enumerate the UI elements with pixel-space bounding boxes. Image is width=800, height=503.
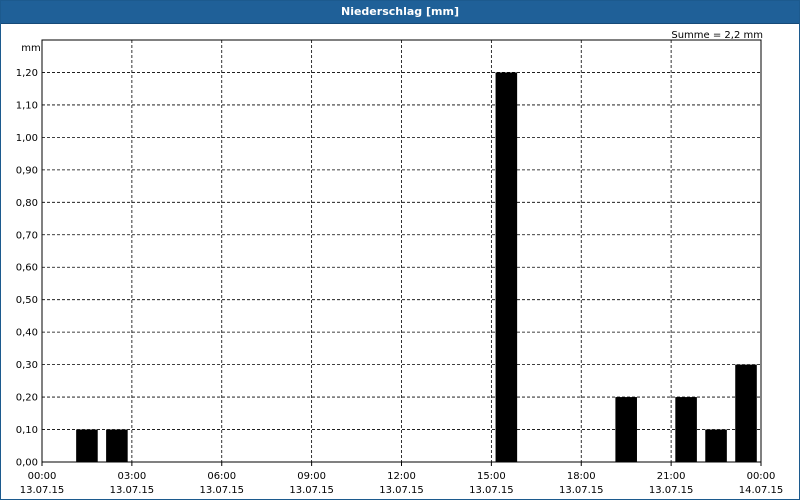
y-tick-label: 1,10 [16, 100, 38, 111]
y-tick-label: 0,80 [16, 198, 38, 209]
x-tick-time: 06:00 [207, 471, 236, 482]
precipitation-chart: Summe = 2,2 mm mm 0,000,100,200,300,400,… [16, 30, 784, 496]
chart-window: Niederschlag [mm] Summe = 2,2 mm mm 0,00… [0, 0, 800, 500]
precipitation-bar [675, 397, 697, 462]
x-tick-time: 03:00 [117, 471, 146, 482]
y-tick-label: 0,10 [16, 425, 38, 436]
y-tick-label: 0,00 [16, 458, 38, 469]
x-tick-date: 13.07.15 [559, 485, 604, 496]
y-tick-label: 1,00 [16, 133, 38, 144]
x-tick-date: 13.07.15 [289, 485, 334, 496]
x-tick-date: 13.07.15 [469, 485, 514, 496]
precipitation-bar [76, 429, 98, 462]
x-tick-time: 21:00 [657, 471, 686, 482]
y-tick-label: 0,20 [16, 393, 38, 404]
grid [41, 40, 762, 466]
x-tick-date: 13.07.15 [199, 485, 244, 496]
x-tick-time: 18:00 [567, 471, 596, 482]
x-tick-time: 00:00 [28, 471, 57, 482]
x-tick-date: 13.07.15 [379, 485, 424, 496]
y-tick-label: 0,40 [16, 328, 38, 339]
y-tick-label: 1,20 [16, 68, 38, 79]
tick-labels: 0,00 0,10 0,20 0,30 0,40 0,50 0,60 0,70 0,80 0,90… [16, 68, 784, 496]
x-tick-date: 13.07.15 [20, 485, 65, 496]
sum-label: Summe = 2,2 mm [671, 30, 763, 41]
precipitation-bar [106, 429, 128, 462]
y-tick-label: 0,90 [16, 165, 38, 176]
y-tick-label: 0,60 [16, 263, 38, 274]
x-tick-time: 15:00 [477, 471, 506, 482]
x-tick-date: 14.07.15 [739, 485, 784, 496]
x-tick-date: 13.07.15 [110, 485, 155, 496]
x-tick-time: 12:00 [387, 471, 416, 482]
precipitation-bar [705, 429, 727, 462]
y-axis-unit: mm [21, 43, 40, 54]
window-title: Niederschlag [mm] [1, 1, 799, 24]
y-tick-label: 0,30 [16, 360, 38, 371]
x-tick-date: 13.07.15 [649, 485, 694, 496]
y-tick-label: 0,50 [16, 295, 38, 306]
precipitation-bar [615, 397, 637, 462]
y-tick-label: 0,70 [16, 230, 38, 241]
x-tick-time: 09:00 [297, 471, 326, 482]
precipitation-bar [495, 72, 518, 462]
x-tick-time: 00:00 [747, 471, 776, 482]
precipitation-bar [735, 364, 757, 462]
